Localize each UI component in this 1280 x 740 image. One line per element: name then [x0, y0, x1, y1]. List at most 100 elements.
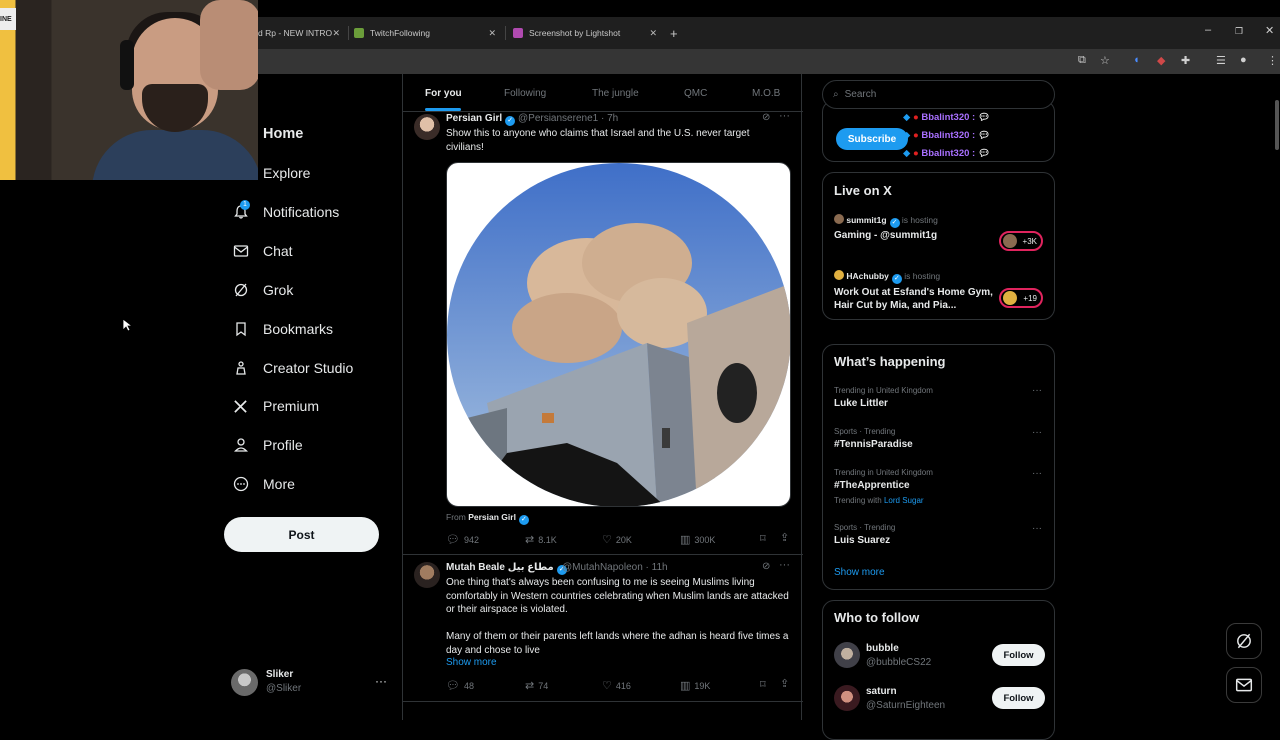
repost-button[interactable]: ⇄ 8.1K [525, 533, 557, 546]
tab-the-jungle[interactable]: The jungle [592, 88, 639, 99]
nav-item-notifications[interactable]: 1 Notifications [232, 199, 339, 224]
nav-item-explore[interactable]: Explore [263, 161, 310, 185]
repost-button[interactable]: ⇄ 74 [525, 679, 548, 692]
suggested-user-handle[interactable]: @SaturnEighteen [866, 700, 945, 711]
live-listeners-badge[interactable]: +19 [999, 288, 1043, 308]
trend-related-link[interactable]: Lord Sugar [884, 496, 924, 505]
suggested-user-handle[interactable]: @bubbleCS22 [866, 657, 931, 668]
more-dots-icon[interactable]: ··· [1032, 427, 1042, 438]
creator-icon [232, 360, 249, 377]
views-button[interactable]: ▥ 19K [680, 679, 710, 692]
share-icon[interactable]: ⇪ [780, 531, 789, 544]
close-window-icon[interactable]: ✕ [1265, 24, 1274, 37]
reply-button[interactable]: 💬︎ 48 [446, 679, 474, 692]
extension-icon[interactable]: ◆ [1157, 54, 1165, 67]
live-host[interactable]: HAchubby ✓ is hosting [834, 270, 940, 284]
grok-float-button[interactable] [1226, 623, 1262, 659]
follow-button[interactable]: Follow [992, 687, 1045, 709]
avatar[interactable] [834, 642, 860, 668]
more-dots-icon[interactable]: ··· [1032, 468, 1042, 479]
scrollbar-thumb[interactable] [1275, 100, 1279, 150]
live-title[interactable]: Gaming - @summit1g [834, 230, 937, 241]
more-dots-icon[interactable]: ··· [1032, 385, 1042, 396]
puzzle-icon[interactable]: ✚ [1181, 54, 1190, 67]
nav-item-home[interactable]: Home [263, 122, 303, 146]
share-icon[interactable]: ⇪ [780, 677, 789, 690]
install-icon[interactable]: ⧉ [1078, 54, 1086, 67]
follow-button[interactable]: Follow [992, 644, 1045, 666]
subscribe-button[interactable]: Subscribe [836, 128, 908, 150]
bell-icon: 1 [232, 199, 250, 221]
nav-item-profile[interactable]: Profile [232, 433, 303, 457]
restore-icon[interactable]: ❐ [1235, 26, 1243, 37]
show-more-link[interactable]: Show more [834, 567, 885, 578]
nav-item-bookmarks[interactable]: Bookmarks [232, 317, 333, 341]
menu-icon[interactable]: ⋮ [1267, 54, 1278, 67]
divider [403, 554, 803, 555]
chat-user: ◆ ● Bbalint320 : 💬︎ [903, 130, 990, 141]
reply-button[interactable]: 💬︎ 942 [446, 533, 479, 546]
tab-for-you[interactable]: For you [425, 88, 462, 99]
close-icon[interactable]: ✕ [649, 28, 657, 39]
tab-search-icon[interactable]: ☰ [1216, 54, 1226, 67]
browser-tab[interactable]: d Rp - NEW INTRO ✕ [258, 17, 348, 49]
tweet-text: One thing that's always been confusing t… [446, 577, 789, 615]
minimize-icon[interactable]: – [1205, 24, 1211, 36]
bookmark-icon[interactable]: ⌑ [760, 532, 766, 545]
tweet-author-name[interactable]: Persian Girl ✓ [446, 113, 516, 126]
browser-tab[interactable]: TwitchFollowing ✕ [354, 17, 504, 49]
nav-item-creator-studio[interactable]: Creator Studio [232, 356, 353, 380]
avatar[interactable] [414, 114, 440, 140]
profile-icon[interactable]: ● [1240, 54, 1247, 66]
grok-analyze-icon[interactable]: ⊘ [762, 112, 770, 123]
tab-qmc[interactable]: QMC [684, 88, 707, 99]
new-tab-button[interactable]: + [670, 17, 684, 49]
source-name: Persian Girl [468, 512, 516, 522]
more-dots-icon[interactable]: ··· [779, 559, 790, 571]
close-icon[interactable]: ✕ [488, 28, 496, 39]
show-more-link[interactable]: Show more [446, 657, 497, 668]
tab-following[interactable]: Following [504, 88, 546, 99]
avatar [834, 214, 844, 224]
star-icon[interactable]: ☆ [1100, 54, 1110, 67]
tweet-video[interactable] [446, 162, 791, 507]
like-button[interactable]: ♡ 416 [602, 679, 631, 692]
messages-float-button[interactable] [1226, 667, 1262, 703]
tweet-author-name[interactable]: Mutah Beale مطاع بيل ✓ [446, 562, 567, 575]
chat-user: ◆ ● Bbalint320 : 💬︎ [903, 112, 990, 123]
suggested-user-name[interactable]: bubble [866, 643, 899, 654]
nav-item-more[interactable]: More [232, 472, 295, 496]
grok-analyze-icon[interactable]: ⊘ [762, 561, 770, 572]
avatar[interactable] [834, 685, 860, 711]
more-dots-icon[interactable]: ··· [375, 674, 387, 688]
browser-tab[interactable]: Screenshot by Lightshot ✕ [513, 17, 665, 49]
notification-badge: 1 [240, 199, 250, 210]
more-dots-icon[interactable]: ··· [779, 110, 790, 122]
live-host[interactable]: summit1g ✓ is hosting [834, 214, 938, 228]
live-listeners-badge[interactable]: +3K [999, 231, 1043, 251]
tweet-handle[interactable]: @MutahNapoleon · 11h [562, 562, 668, 573]
bookmark-icon[interactable]: ⌑ [760, 678, 766, 691]
search-input[interactable]: ⌕ Search [822, 80, 1055, 109]
suggested-user-name[interactable]: saturn [866, 686, 897, 697]
tweet-handle[interactable]: @Persianserene1 · 7h [518, 113, 618, 124]
extension-icon[interactable]: ◖ [1133, 54, 1140, 66]
tweet-source: From Persian Girl ✓ [446, 512, 529, 525]
post-button[interactable]: Post [224, 517, 379, 552]
verified-icon: ✓ [505, 116, 516, 126]
nav-item-grok[interactable]: Grok [232, 278, 293, 302]
verified-icon: ✓ [891, 274, 902, 284]
trend-context: Sports · Trending [834, 523, 896, 532]
live-title[interactable]: Work Out at Esfand's Home Gym, Hair Cut … [834, 286, 994, 312]
avatar[interactable] [414, 562, 440, 588]
like-button[interactable]: ♡ 20K [602, 533, 632, 546]
views-icon: ▥ [680, 680, 691, 692]
tab-mob[interactable]: M.O.B [752, 88, 780, 99]
mouse-cursor-icon [122, 318, 132, 332]
nav-item-premium[interactable]: Premium [232, 394, 319, 418]
close-icon[interactable]: ✕ [332, 28, 340, 39]
nav-item-chat[interactable]: Chat [232, 239, 293, 263]
more-dots-icon[interactable]: ··· [1032, 523, 1042, 534]
views-button[interactable]: ▥ 300K [680, 533, 715, 546]
mail-icon [1235, 678, 1253, 692]
